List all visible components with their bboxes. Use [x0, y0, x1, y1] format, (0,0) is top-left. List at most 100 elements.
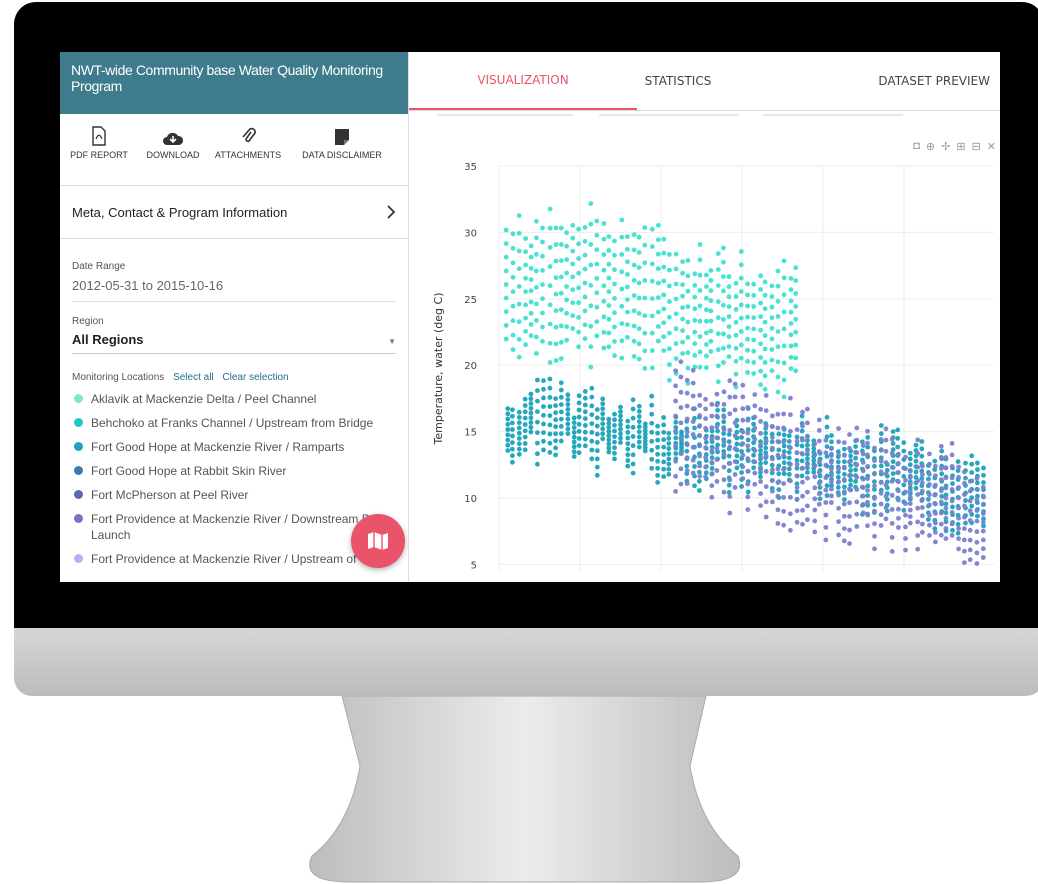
pan-icon[interactable]: ✢: [941, 140, 950, 153]
data-point: [601, 345, 607, 351]
data-point: [594, 472, 600, 478]
data-point: [775, 466, 781, 472]
data-point: [655, 458, 660, 464]
data-point: [788, 494, 793, 500]
data-point: [576, 443, 582, 448]
data-point: [703, 435, 708, 441]
data-point: [553, 410, 558, 416]
data-point: [625, 441, 631, 446]
tab-visualization[interactable]: VISUALIZATION: [409, 52, 637, 110]
data-point: [601, 221, 607, 226]
data-point: [788, 461, 793, 467]
data-point: [938, 521, 944, 527]
data-point: [655, 309, 661, 315]
data-point: [690, 470, 696, 476]
data-point: [690, 432, 696, 437]
data-point: [558, 258, 564, 264]
data-point: [883, 471, 889, 477]
data-point: [558, 307, 564, 312]
data-point: [769, 294, 775, 299]
data-point: [955, 530, 961, 536]
data-point: [919, 453, 925, 459]
data-point: [890, 429, 896, 434]
zoom-icon[interactable]: ⊕: [926, 140, 935, 153]
data-point: [734, 441, 740, 447]
data-point: [758, 479, 763, 484]
data-point: [726, 304, 732, 309]
location-name: Fort McPherson at Peel River: [91, 488, 249, 502]
clear-selection-link[interactable]: Clear selection: [222, 372, 288, 383]
paperclip-icon: [242, 127, 256, 143]
location-item[interactable]: Fort Providence at Mackenzie River / Ups…: [72, 551, 396, 567]
data-point: [697, 364, 703, 370]
data-point: [594, 407, 600, 412]
location-item[interactable]: Fort McPherson at Peel River: [72, 487, 396, 503]
data-point: [776, 447, 782, 453]
data-point: [503, 254, 509, 260]
location-item[interactable]: Behchoko at Franks Channel / Upstream fr…: [72, 415, 396, 431]
data-point: [974, 539, 980, 545]
data-point: [522, 447, 528, 453]
download-button[interactable]: DOWNLOAD: [138, 122, 208, 185]
data-point: [625, 424, 631, 430]
data-point: [547, 422, 553, 428]
data-point: [606, 234, 612, 239]
meta-info-link[interactable]: Meta, Contact & Program Information: [60, 186, 408, 239]
data-point: [582, 429, 588, 435]
tab-statistics[interactable]: STATISTICS: [637, 52, 719, 110]
zoom-in-icon[interactable]: ⊞: [956, 140, 965, 153]
data-point: [655, 444, 660, 450]
location-item[interactable]: Aklavik at Mackenzie Delta / Peel Channe…: [72, 391, 396, 407]
data-point: [703, 470, 709, 476]
data-point: [794, 519, 800, 525]
data-point: [612, 411, 617, 417]
data-point: [872, 533, 877, 539]
data-point: [625, 322, 630, 328]
data-point: [630, 443, 636, 449]
attachments-button[interactable]: ATTACHMENTS: [208, 122, 288, 185]
data-point: [788, 366, 794, 371]
autoscale-icon[interactable]: ✕: [987, 140, 996, 153]
data-point: [751, 348, 757, 354]
data-point: [841, 513, 847, 519]
data-point: [528, 405, 534, 411]
data-point: [788, 298, 794, 304]
data-point: [505, 442, 511, 448]
data-point: [883, 426, 889, 432]
data-point: [805, 434, 810, 440]
data-disclaimer-button[interactable]: DATA DISCLAIMER: [288, 122, 396, 185]
data-point: [949, 475, 955, 481]
data-point: [854, 474, 860, 480]
data-point: [775, 521, 781, 526]
data-point: [920, 463, 925, 469]
data-point: [673, 326, 679, 332]
data-point: [523, 302, 528, 308]
data-point: [805, 442, 810, 448]
location-item[interactable]: Fort Good Hope at Mackenzie River / Ramp…: [72, 439, 396, 455]
data-point: [865, 499, 870, 505]
region-select[interactable]: All Regions ▼: [72, 332, 396, 354]
location-item[interactable]: Fort Good Hope at Rabbit Skin River: [72, 463, 396, 479]
data-point: [692, 306, 698, 312]
data-point: [576, 226, 581, 232]
map-button[interactable]: [351, 514, 405, 568]
data-point: [685, 304, 691, 309]
zoom-out-icon[interactable]: ⊟: [972, 140, 981, 153]
tab-dataset-preview[interactable]: DATASET PREVIEW: [719, 52, 1000, 110]
data-point: [528, 396, 534, 402]
date-range-field[interactable]: Date Range 2012-05-31 to 2015-10-16: [60, 261, 408, 302]
data-point: [516, 337, 522, 342]
data-point: [612, 456, 617, 462]
data-point: [854, 487, 860, 492]
data-point: [793, 368, 799, 374]
data-point: [775, 329, 781, 334]
y-tick-label: 25: [464, 295, 477, 306]
data-point: [673, 413, 678, 419]
select-all-link[interactable]: Select all: [173, 372, 214, 383]
data-point: [758, 341, 763, 347]
pdf-report-button[interactable]: PDF REPORT: [60, 122, 138, 185]
camera-icon[interactable]: ◘: [913, 140, 920, 153]
location-item[interactable]: Fort Providence at Mackenzie River / Dow…: [72, 511, 396, 543]
data-point: [673, 443, 678, 449]
data-point: [793, 316, 799, 322]
